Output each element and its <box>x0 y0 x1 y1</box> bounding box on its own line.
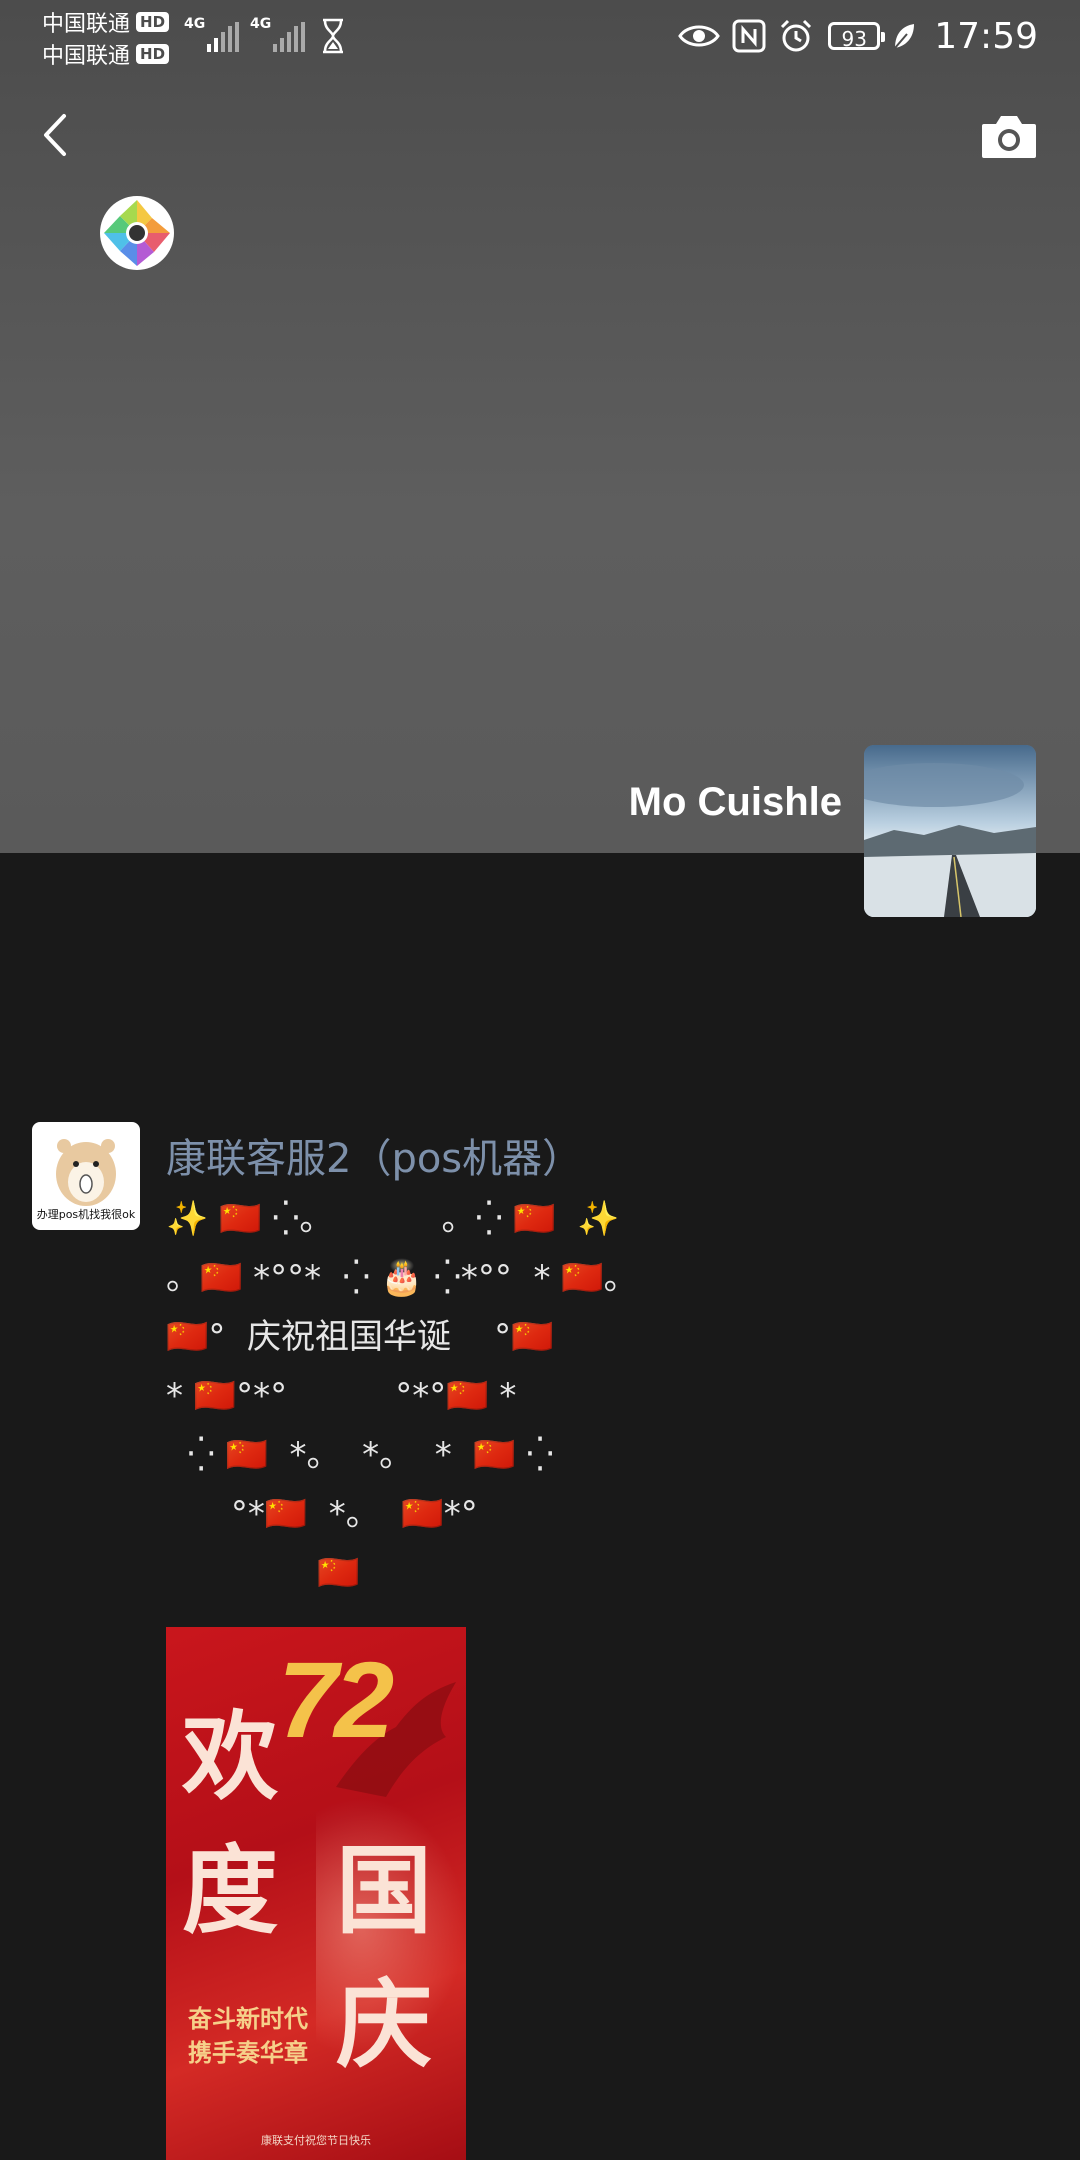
profile-avatar[interactable] <box>864 745 1036 917</box>
poster-char-3: 国 <box>336 1835 432 1947</box>
hd-badge: HD <box>136 44 170 64</box>
post-image-national-day-poster[interactable]: 72 欢 度 国 庆 奋斗新时代 携手奏华章 康联支付祝您节日快乐 <box>166 1627 466 2160</box>
post-author-name[interactable]: 康联客服2（pos机器） <box>166 1126 582 1184</box>
post-author-avatar[interactable]: 办理pos机找我很ok <box>32 1122 140 1230</box>
poster-number: 72 <box>278 1639 394 1760</box>
camera-button[interactable] <box>980 112 1038 162</box>
back-button[interactable] <box>36 110 76 160</box>
carrier-info: 中国联通 HD 中国联通 HD <box>42 6 170 70</box>
signal-1-icon: 4G <box>184 16 242 52</box>
leaf-icon <box>892 22 916 50</box>
carrier-1-label: 中国联通 <box>42 12 131 37</box>
poster-char-1: 欢 <box>182 1701 278 1813</box>
poster-slogan-1: 奋斗新时代 <box>188 2005 308 2033</box>
avatar-caption: 办理pos机找我很ok <box>36 1208 136 1221</box>
poster-char-4: 庆 <box>336 1969 432 2081</box>
post-text-line: 🇨🇳° 庆祝祖国华诞 °🇨🇳 <box>166 1317 554 1357</box>
alarm-icon <box>778 18 814 54</box>
status-bar: 中国联通 HD 中国联通 HD 4G 4G 93 17:59 <box>0 0 1080 72</box>
post-text-line: 。🇨🇳 *°°* ⁛ 🎂 ⁛*°° * 🇨🇳。 <box>166 1258 638 1298</box>
camera-icon <box>982 116 1036 158</box>
battery-indicator: 93 <box>828 22 886 51</box>
nfc-icon <box>732 19 766 53</box>
cover-background[interactable] <box>0 0 1080 853</box>
aperture-icon <box>100 196 174 270</box>
hourglass-icon <box>323 18 343 54</box>
signal-2-icon: 4G <box>250 16 308 52</box>
network-2-label: 4G <box>250 16 272 32</box>
snowy-road-landscape <box>864 745 1036 917</box>
profile-username: Mo Cuishle <box>628 780 842 824</box>
clock: 17:59 <box>934 15 1038 57</box>
post-text-line: ⁛ 🇨🇳 *。 *。 * 🇨🇳 ⁛ <box>166 1435 554 1475</box>
post-text-line: ✨ 🇨🇳 ⁛。 。⁛ 🇨🇳 ✨ <box>166 1199 620 1239</box>
post-text: ✨ 🇨🇳 ⁛。 。⁛ 🇨🇳 ✨ 。🇨🇳 *°°* ⁛ 🎂 ⁛*°° * 🇨🇳。 … <box>166 1190 886 1603</box>
eye-icon <box>678 22 721 50</box>
post-text-line: °*🇨🇳 *。 🇨🇳*° <box>166 1494 478 1534</box>
carrier-2-label: 中国联通 <box>42 44 131 69</box>
poster-char-2: 度 <box>182 1835 278 1947</box>
chevron-left-icon <box>44 114 66 156</box>
poster-slogan-2: 携手奏华章 <box>188 2039 308 2067</box>
post-text-line: 🇨🇳 <box>166 1553 360 1593</box>
status-icons: 93 17:59 <box>666 14 1038 58</box>
network-1-label: 4G <box>184 16 206 32</box>
post-text-line: * 🇨🇳°*° °*°🇨🇳 * <box>166 1376 517 1416</box>
poster-footer: 康联支付祝您节日快乐 <box>261 2134 371 2147</box>
hd-badge: HD <box>136 12 170 32</box>
poster-slogan: 奋斗新时代 携手奏华章 <box>188 2002 308 2070</box>
